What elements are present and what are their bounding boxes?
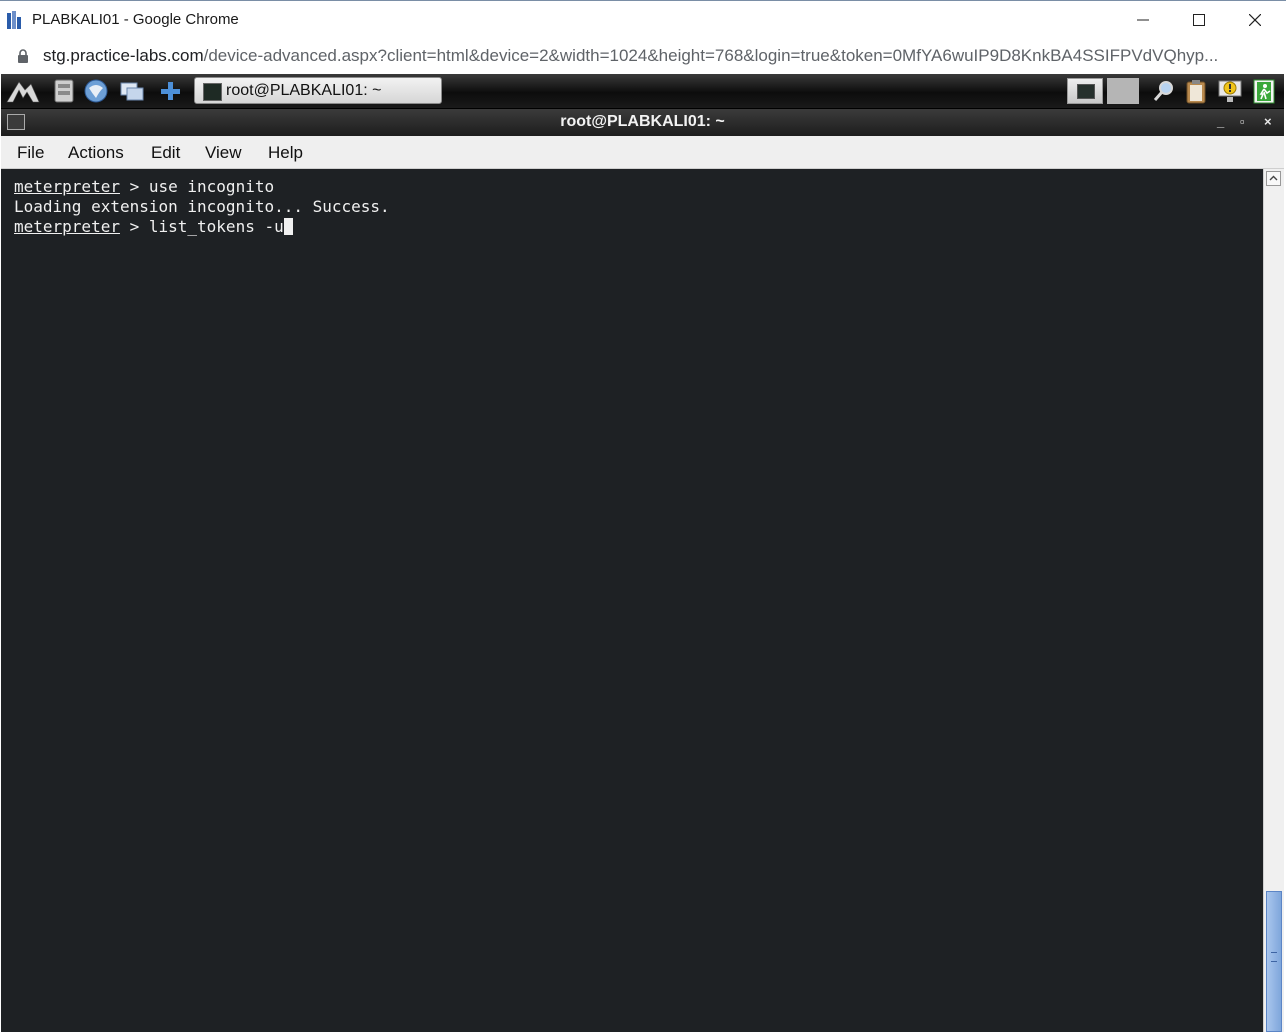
terminal-icon (1077, 84, 1095, 99)
url-domain: stg.practice-labs.com (43, 46, 204, 65)
menu-actions[interactable]: Actions (68, 143, 124, 163)
maximize-button[interactable] (1176, 1, 1222, 39)
file-manager-icon[interactable] (51, 78, 77, 104)
search-icon[interactable] (1151, 78, 1177, 104)
terminal-line: meterpreter > use incognito (14, 177, 274, 196)
close-icon (1249, 14, 1261, 26)
minimize-icon (1137, 19, 1149, 21)
add-icon[interactable] (157, 78, 183, 104)
browser-window-title: PLABKALI01 - Google Chrome (32, 11, 239, 28)
kali-menu-icon[interactable] (5, 78, 41, 104)
address-bar[interactable]: stg.practice-labs.com/device-advanced.as… (0, 38, 1286, 74)
meterpreter-prompt: meterpreter (14, 217, 120, 236)
menu-view[interactable]: View (205, 143, 242, 163)
maximize-icon (1193, 14, 1205, 26)
window-minimize-button[interactable]: _ (1217, 114, 1224, 129)
scroll-up-button[interactable] (1266, 171, 1281, 186)
vertical-scrollbar[interactable] (1263, 169, 1284, 1032)
window-maximize-button[interactable]: ▫ (1240, 114, 1245, 129)
menu-file[interactable]: File (17, 143, 44, 163)
terminal-menubar: File Actions Edit View Help (1, 136, 1284, 169)
scroll-thumb[interactable] (1266, 891, 1282, 1032)
terminal-line: meterpreter > list_tokens -u (14, 217, 293, 236)
terminal-window-title: root@PLABKALI01: ~ (560, 113, 725, 130)
grip-icon (1271, 952, 1277, 962)
clipboard-icon[interactable] (1183, 78, 1209, 104)
command-text: > use incognito (119, 177, 275, 196)
terminal-line: Loading extension incognito... Success. (14, 197, 390, 216)
tray-empty-slot (1107, 78, 1139, 104)
menu-edit[interactable]: Edit (151, 143, 180, 163)
window-close-button[interactable]: × (1264, 114, 1272, 129)
chevron-up-icon (1269, 175, 1278, 181)
show-desktop-icon[interactable] (119, 78, 145, 104)
top-panel: root@PLABKALI01: ~ (1, 74, 1284, 109)
minimize-button[interactable] (1120, 1, 1166, 39)
browser-icon[interactable] (83, 78, 109, 104)
meterpreter-prompt: meterpreter (14, 177, 120, 196)
task-button-label: root@PLABKALI01: ~ (226, 82, 382, 99)
app-favicon-icon (7, 11, 21, 29)
browser-titlebar: PLABKALI01 - Google Chrome (0, 0, 1286, 38)
terminal-window-titlebar[interactable]: root@PLABKALI01: ~ _ ▫ × (1, 109, 1284, 136)
terminal-output[interactable]: meterpreter > use incognito Loading exte… (1, 169, 1263, 1032)
task-button-terminal[interactable]: root@PLABKALI01: ~ (194, 77, 442, 104)
logout-icon[interactable] (1251, 78, 1277, 104)
menu-help[interactable]: Help (268, 143, 303, 163)
url-text[interactable]: stg.practice-labs.com/device-advanced.as… (43, 46, 1273, 66)
lock-icon (18, 49, 28, 63)
terminal-icon (203, 83, 222, 101)
command-text: > list_tokens -u (119, 217, 284, 236)
notification-icon[interactable] (1217, 78, 1243, 104)
url-path: /device-advanced.aspx?client=html&device… (203, 46, 1219, 65)
close-button[interactable] (1232, 1, 1278, 39)
tray-terminal-button[interactable] (1067, 78, 1103, 104)
text-cursor (283, 218, 293, 235)
remote-desktop[interactable]: root@PLABKALI01: ~ root@PLABKALI01: ~ _ … (1, 74, 1284, 1032)
